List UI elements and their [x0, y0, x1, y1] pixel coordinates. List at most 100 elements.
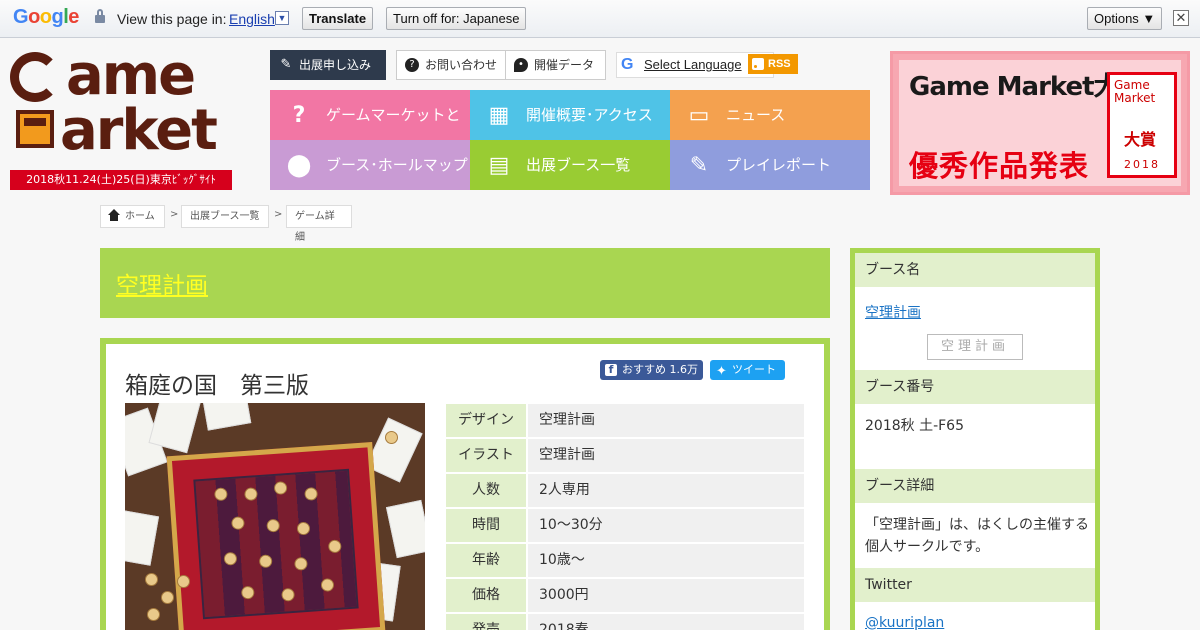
logo-line2: arket: [60, 98, 218, 163]
google-g-icon: G: [621, 56, 634, 73]
game-photo: [125, 403, 425, 630]
logo-box-icon: [16, 110, 54, 148]
language-dropdown-icon[interactable]: ▼: [275, 11, 289, 25]
breadcrumb-booth-list[interactable]: 出展ブース一覧: [181, 205, 269, 228]
award-banner-inner: Game Market 大賞 優秀作品発表 Game Market 大賞 2018: [899, 60, 1181, 186]
twitter-icon: ✦: [716, 364, 727, 379]
spec-value: 10歳～: [526, 544, 804, 577]
nav-label: プレイレポート: [726, 156, 832, 174]
spec-value: 空理計画: [526, 439, 804, 472]
award-stamp-mid: 大賞: [1124, 130, 1157, 149]
nav-item-access[interactable]: ▦ 開催概要･アクセス: [470, 90, 670, 140]
apply-button[interactable]: ✎ 出展申し込み: [270, 50, 386, 80]
award-stamp-brand: Game Market: [1114, 78, 1156, 105]
google-logo: Google: [13, 6, 79, 28]
book-icon: ▭: [688, 103, 710, 128]
game-name: 箱庭の国 第三版: [125, 373, 309, 399]
translate-prompt: View this page in:: [117, 11, 227, 27]
spec-row: イラスト 空理計画: [446, 439, 804, 474]
spec-row: 人数 2人専用: [446, 474, 804, 509]
speech-bubble-icon: •: [514, 58, 528, 72]
booth-number-heading: ブース番号: [855, 370, 1095, 404]
rss-label: RSS: [768, 58, 791, 70]
booth-name-link[interactable]: 空理計画: [865, 305, 921, 321]
translate-bar: Google View this page in: English ▼ Tran…: [0, 0, 1200, 38]
nav-label: 出展ブース一覧: [526, 156, 631, 174]
twitter-link[interactable]: @kuuriplan: [865, 615, 944, 630]
tweet-button[interactable]: ✦ ツイート: [710, 360, 785, 380]
nav-item-hall-map[interactable]: ⬤ ブース･ホールマップ: [270, 140, 470, 190]
nav-item-play-report[interactable]: ✎ プレイレポート: [670, 140, 870, 190]
event-data-button[interactable]: • 開催データ: [505, 50, 606, 80]
booth-name-value: 空理計画: [865, 302, 1090, 324]
nav-item-booth-list[interactable]: ▤ 出展ブース一覧: [470, 140, 670, 190]
award-stamp: Game Market 大賞 2018: [1107, 72, 1177, 178]
booth-number-value: 2018秋 土-F65: [865, 418, 964, 434]
question-icon: ?: [405, 58, 419, 72]
spec-row: デザイン 空理計画: [446, 404, 804, 439]
rss-icon: [752, 58, 764, 70]
spec-row: 年齢 10歳～: [446, 544, 804, 579]
award-banner[interactable]: Game Market 大賞 優秀作品発表 Game Market 大賞 2018: [890, 51, 1190, 195]
breadcrumb-game-detail: ゲーム詳細: [286, 205, 352, 243]
award-banner-subtitle: 優秀作品発表: [909, 149, 1090, 183]
site-logo[interactable]: ame arket: [10, 43, 235, 165]
apply-label: 出展申し込み: [299, 58, 372, 72]
spec-value: 2018春: [526, 614, 804, 630]
close-icon[interactable]: ✕: [1173, 10, 1189, 26]
cards-icon: ▤: [488, 153, 510, 178]
twitter-heading: Twitter: [855, 568, 1095, 602]
spec-key: 発売: [446, 614, 526, 630]
spec-row: 価格 3000円: [446, 579, 804, 614]
award-stamp-year: 2018: [1124, 158, 1160, 171]
nav-item-news[interactable]: ▭ ニュース: [670, 90, 870, 140]
cube-icon: ▦: [488, 103, 510, 128]
game-board: [166, 442, 386, 630]
booth-sidebar: ブース名 空理計画 空理計画 ブース番号 2018秋 土-F65 ブース詳細 「…: [850, 248, 1100, 630]
breadcrumb-home[interactable]: ホーム: [100, 205, 165, 228]
booth-detail-text: 「空理計画」は、はくしの主催する個人サークルです。: [865, 517, 1089, 555]
game-card: 箱庭の国 第三版 f おすすめ 1.6万 ✦ ツイート デザイン 空理計画 イラ…: [100, 338, 830, 630]
select-language-link[interactable]: Select Language: [644, 57, 742, 72]
booth-title-link[interactable]: 空理計画: [116, 266, 208, 300]
logo-face-icon: [10, 52, 60, 102]
rss-button[interactable]: RSS: [748, 54, 798, 74]
tweet-label: ツイート: [732, 363, 776, 376]
breadcrumb-separator: >: [170, 209, 179, 220]
booth-logo-image: 空理計画: [927, 334, 1023, 360]
facebook-icon: f: [605, 364, 617, 376]
nav-item-about[interactable]: ?ゲームマーケットとは？: [270, 90, 470, 174]
spec-row: 発売 2018春: [446, 614, 804, 630]
question-icon: ?: [292, 103, 306, 128]
spec-key: 年齢: [446, 544, 526, 577]
game-spec-table: デザイン 空理計画 イラスト 空理計画 人数 2人専用 時間 10～30分 年齢 10歳～…: [446, 404, 804, 630]
spec-key: 時間: [446, 509, 526, 542]
language-link[interactable]: English: [229, 11, 275, 27]
twitter-value: @kuuriplan: [865, 612, 1090, 630]
spec-key: 価格: [446, 579, 526, 612]
nav-label: ニュース: [726, 106, 786, 124]
spec-value: 3000円: [526, 579, 804, 612]
pencil-icon: ✎: [280, 57, 292, 72]
breadcrumb-separator: >: [274, 209, 283, 220]
booth-title-band: 空理計画: [100, 248, 830, 318]
event-data-label: 開催データ: [534, 58, 595, 72]
main-nav: ?ゲームマーケットとは？ ▦ 開催概要･アクセス ▭ ニュース ⬤ ブース･ホールマッ…: [270, 90, 870, 190]
contact-button[interactable]: ? お問い合わせ: [396, 50, 506, 80]
contact-label: お問い合わせ: [425, 58, 498, 72]
pen-icon: ✎: [689, 153, 709, 178]
logo-line1: ame: [66, 43, 196, 108]
home-icon: [108, 209, 120, 222]
spec-key: イラスト: [446, 439, 526, 472]
facebook-like-button[interactable]: f おすすめ 1.6万: [600, 360, 703, 380]
turn-off-button[interactable]: Turn off for: Japanese: [386, 7, 527, 30]
breadcrumb-home-label: ホーム: [125, 211, 155, 222]
spec-key: デザイン: [446, 404, 526, 437]
spec-row: 時間 10～30分: [446, 509, 804, 544]
map-pin-icon: ⬤: [286, 153, 312, 178]
nav-label: 開催概要･アクセス: [526, 106, 653, 124]
spec-value: 10～30分: [526, 509, 804, 542]
translate-button[interactable]: Translate: [302, 7, 374, 30]
options-button[interactable]: Options ▼: [1087, 7, 1163, 30]
booth-detail-heading: ブース詳細: [855, 469, 1095, 503]
